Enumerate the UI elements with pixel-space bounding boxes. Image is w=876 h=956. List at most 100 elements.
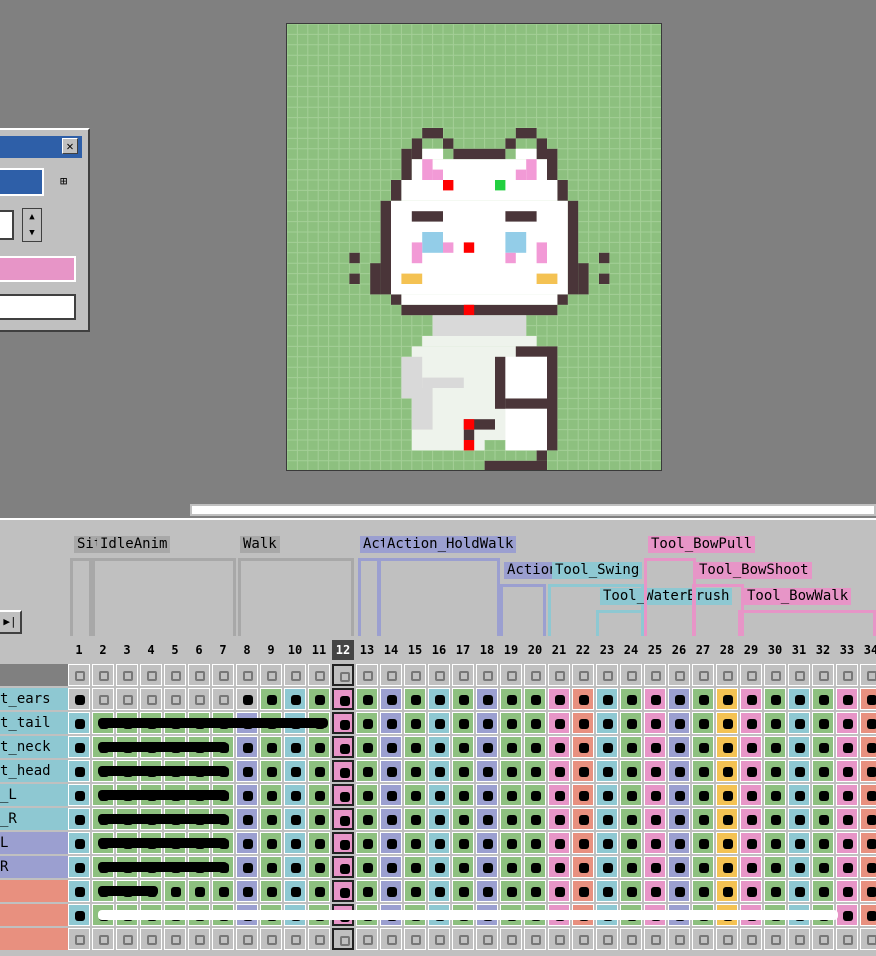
cel[interactable] bbox=[596, 736, 618, 758]
cel[interactable] bbox=[572, 664, 594, 686]
cel[interactable] bbox=[452, 832, 474, 854]
cel[interactable] bbox=[68, 880, 90, 902]
cel[interactable] bbox=[764, 856, 786, 878]
layer-name[interactable] bbox=[0, 928, 68, 950]
cel[interactable] bbox=[836, 688, 858, 710]
cel[interactable] bbox=[92, 664, 114, 686]
cel[interactable] bbox=[428, 688, 450, 710]
cel[interactable] bbox=[860, 808, 876, 830]
frame-number[interactable]: 6 bbox=[188, 640, 210, 660]
cel[interactable] bbox=[764, 928, 786, 950]
cel[interactable] bbox=[428, 808, 450, 830]
cel[interactable] bbox=[380, 784, 402, 806]
tag-label[interactable]: Tool_BowPull bbox=[648, 536, 756, 553]
cel[interactable] bbox=[644, 928, 666, 950]
cel[interactable] bbox=[620, 784, 642, 806]
cel[interactable] bbox=[668, 688, 690, 710]
cel[interactable] bbox=[740, 688, 762, 710]
frame-number[interactable]: 16 bbox=[428, 640, 450, 660]
value-input[interactable] bbox=[0, 210, 14, 240]
cel[interactable] bbox=[68, 760, 90, 782]
play-button[interactable]: ▶| bbox=[0, 610, 22, 634]
cel[interactable] bbox=[596, 712, 618, 734]
frame-number[interactable]: 32 bbox=[812, 640, 834, 660]
cel[interactable] bbox=[452, 784, 474, 806]
cel[interactable] bbox=[500, 688, 522, 710]
cel[interactable] bbox=[788, 688, 810, 710]
cel[interactable] bbox=[548, 808, 570, 830]
frame-number[interactable]: 21 bbox=[548, 640, 570, 660]
cel[interactable] bbox=[620, 808, 642, 830]
cel[interactable] bbox=[188, 928, 210, 950]
cel[interactable] bbox=[236, 832, 258, 854]
cel[interactable] bbox=[836, 832, 858, 854]
cel[interactable] bbox=[308, 784, 330, 806]
cel[interactable] bbox=[332, 832, 354, 854]
cel[interactable] bbox=[764, 760, 786, 782]
cel[interactable] bbox=[212, 664, 234, 686]
cel[interactable] bbox=[572, 760, 594, 782]
cel[interactable] bbox=[524, 928, 546, 950]
cel[interactable] bbox=[140, 664, 162, 686]
cel[interactable] bbox=[356, 928, 378, 950]
spin-down-icon[interactable]: ▼ bbox=[23, 225, 41, 241]
cel[interactable] bbox=[644, 688, 666, 710]
cel[interactable] bbox=[164, 928, 186, 950]
cel[interactable] bbox=[68, 856, 90, 878]
cel[interactable] bbox=[452, 760, 474, 782]
layer-name[interactable]: t_neck bbox=[0, 736, 68, 758]
cel[interactable] bbox=[284, 664, 306, 686]
cel[interactable] bbox=[740, 856, 762, 878]
cel[interactable] bbox=[716, 736, 738, 758]
cel[interactable] bbox=[716, 784, 738, 806]
cel[interactable] bbox=[452, 856, 474, 878]
cel[interactable] bbox=[644, 712, 666, 734]
layer-name[interactable] bbox=[0, 880, 68, 902]
cel[interactable] bbox=[524, 760, 546, 782]
cel[interactable] bbox=[236, 928, 258, 950]
cel[interactable] bbox=[620, 688, 642, 710]
cel[interactable] bbox=[404, 688, 426, 710]
cel[interactable] bbox=[236, 736, 258, 758]
cel[interactable] bbox=[788, 664, 810, 686]
cel[interactable] bbox=[452, 664, 474, 686]
cel[interactable] bbox=[452, 688, 474, 710]
cel[interactable] bbox=[620, 712, 642, 734]
cel[interactable] bbox=[596, 880, 618, 902]
cel[interactable] bbox=[764, 880, 786, 902]
cel[interactable] bbox=[284, 784, 306, 806]
cel[interactable] bbox=[332, 712, 354, 734]
cel[interactable] bbox=[860, 832, 876, 854]
cel[interactable] bbox=[524, 880, 546, 902]
cel[interactable] bbox=[500, 712, 522, 734]
cel[interactable] bbox=[788, 928, 810, 950]
cel[interactable] bbox=[668, 712, 690, 734]
cel[interactable] bbox=[764, 784, 786, 806]
cel[interactable] bbox=[644, 784, 666, 806]
cel[interactable] bbox=[452, 928, 474, 950]
frame-number[interactable]: 30 bbox=[764, 640, 786, 660]
frame-number[interactable]: 1 bbox=[68, 640, 90, 660]
cel[interactable] bbox=[260, 880, 282, 902]
cel[interactable] bbox=[68, 664, 90, 686]
cel[interactable] bbox=[668, 736, 690, 758]
cel[interactable] bbox=[644, 856, 666, 878]
cel[interactable] bbox=[620, 880, 642, 902]
cel[interactable] bbox=[716, 832, 738, 854]
cel[interactable] bbox=[668, 856, 690, 878]
cel[interactable] bbox=[740, 880, 762, 902]
cel[interactable] bbox=[596, 856, 618, 878]
frame-number[interactable]: 22 bbox=[572, 640, 594, 660]
cel[interactable] bbox=[332, 880, 354, 902]
cel[interactable] bbox=[812, 808, 834, 830]
cel[interactable] bbox=[356, 664, 378, 686]
cel[interactable] bbox=[404, 712, 426, 734]
cel[interactable] bbox=[812, 856, 834, 878]
cel[interactable] bbox=[644, 808, 666, 830]
cel[interactable] bbox=[596, 760, 618, 782]
cel[interactable] bbox=[524, 784, 546, 806]
cel[interactable] bbox=[836, 664, 858, 686]
frame-number[interactable]: 4 bbox=[140, 640, 162, 660]
cel[interactable] bbox=[524, 688, 546, 710]
cel[interactable] bbox=[572, 808, 594, 830]
